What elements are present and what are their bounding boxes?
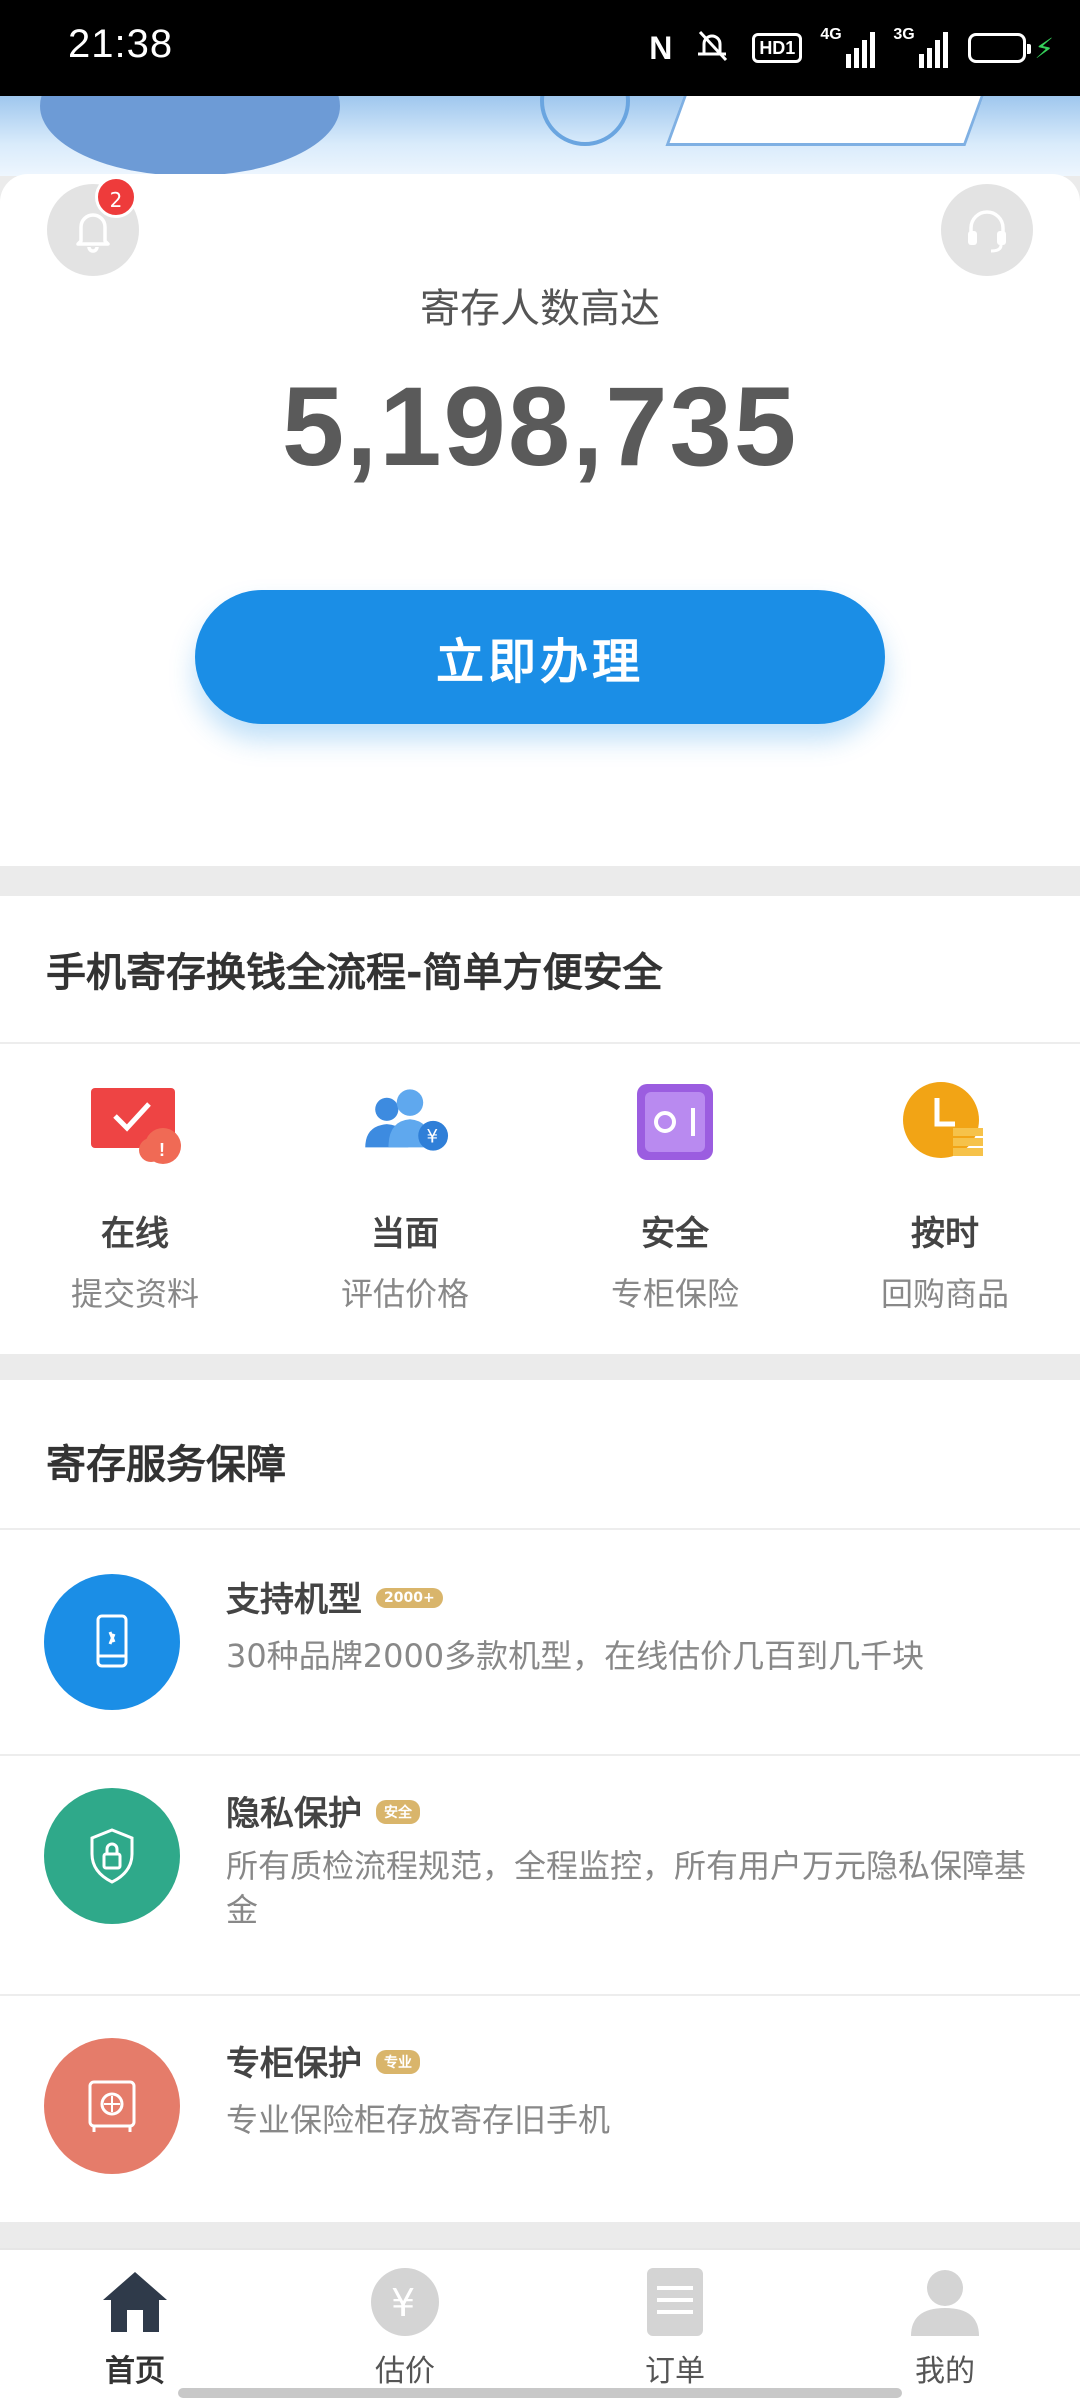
status-icons: N HD1 4G 3G ⚡ (649, 26, 1054, 70)
tab-label: 订单 (645, 2354, 705, 2389)
tab-label: 估价 (375, 2354, 435, 2389)
guarantee-item-title: 专柜保护 专业 (226, 2036, 420, 2085)
guarantee-icon-circle (44, 2038, 180, 2174)
guarantee-title: 寄存服务保障 (46, 1442, 286, 1488)
step-online[interactable]: ! 在线 提交资料 (0, 1080, 270, 1315)
step-title: 按时 (911, 1214, 979, 1254)
guarantee-item-desc: 30种品牌2000多款机型，在线估价几百到几千块 (226, 1637, 925, 1675)
apply-now-button[interactable]: 立即办理 (195, 590, 885, 724)
phone-icon (96, 1614, 128, 1668)
user-icon (909, 2266, 981, 2338)
status-time: 21:38 (68, 22, 174, 66)
guarantee-item-title: 隐私保护 安全 (226, 1786, 420, 1835)
step-subtitle: 评估价格 (340, 1275, 469, 1313)
tab-home[interactable]: 首页 (0, 2250, 270, 2400)
step-title: 安全 (641, 1214, 709, 1254)
clock-icon (903, 1082, 983, 1158)
charging-icon: ⚡ (1034, 31, 1054, 65)
guarantee-tag: 安全 (376, 1799, 420, 1824)
guarantee-section: 寄存服务保障 支持机型 2000+ 30种品牌2000多款机型，在线估价几百到几千… (0, 1380, 1080, 2222)
step-ontime[interactable]: 按时 回购商品 (810, 1080, 1080, 1315)
tab-label: 我的 (915, 2354, 975, 2389)
guarantee-tag: 2000+ (376, 1587, 443, 1608)
signal-3g-icon: 3G (893, 26, 949, 68)
svg-text:!: ! (159, 1140, 165, 1160)
svg-text:¥: ¥ (427, 1126, 439, 1147)
notification-button[interactable]: 2 (47, 176, 139, 276)
guarantee-item-models[interactable]: 支持机型 2000+ 30种品牌2000多款机型，在线估价几百到几千块 (0, 1530, 1080, 1756)
guarantee-item-title: 支持机型 2000+ (226, 1572, 443, 1621)
guarantee-icon-circle (44, 1788, 180, 1924)
customer-service-button[interactable] (941, 184, 1033, 276)
step-title: 当面 (371, 1214, 439, 1254)
bottom-tab-bar: 首页 ¥ 估价 订单 我的 (0, 2248, 1080, 2400)
guarantee-icon-circle (44, 1574, 180, 1710)
guarantee-tag: 专业 (376, 2049, 420, 2074)
guarantee-item-privacy[interactable]: 隐私保护 安全 所有质检流程规范，全程监控，所有用户万元隐私保障基金 (0, 1756, 1080, 1996)
guarantee-item-desc: 专业保险柜存放寄存旧手机 (226, 2101, 611, 2139)
stat-value: 5,198,735 (281, 364, 799, 489)
nfc-icon: N (649, 29, 673, 66)
home-icon (99, 2266, 171, 2338)
order-icon (639, 2266, 711, 2338)
step-subtitle: 专柜保险 (610, 1275, 739, 1313)
step-safe[interactable]: 安全 专柜保险 (540, 1080, 810, 1315)
status-bar: 21:38 N HD1 4G 3G ⚡ (0, 0, 1080, 96)
shield-lock-icon (90, 1828, 134, 1884)
safe-icon (88, 2080, 136, 2132)
notification-badge: 2 (95, 176, 137, 218)
step-subtitle: 提交资料 (70, 1275, 199, 1313)
step-subtitle: 回购商品 (880, 1275, 1009, 1313)
guarantee-item-desc: 所有质检流程规范，全程监控，所有用户万元隐私保障基金 (226, 1847, 1027, 1929)
tab-profile[interactable]: 我的 (810, 2250, 1080, 2400)
divider (0, 1042, 1080, 1044)
process-section: 手机寄存换钱全流程-简单方便安全 ! 在线 提交资料 ¥ 当面 评估价格 安全 … (0, 896, 1080, 1354)
home-indicator[interactable] (178, 2388, 902, 2398)
tab-estimate[interactable]: ¥ 估价 (270, 2250, 540, 2400)
yen-icon: ¥ (369, 2266, 441, 2338)
step-face[interactable]: ¥ 当面 评估价格 (270, 1080, 540, 1315)
tab-orders[interactable]: 订单 (540, 2250, 810, 2400)
top-banner-image[interactable] (0, 96, 1080, 176)
battery-icon (968, 33, 1032, 63)
mute-icon (692, 26, 732, 70)
headset-icon (968, 210, 1006, 253)
step-title: 在线 (101, 1214, 169, 1254)
process-steps: ! 在线 提交资料 ¥ 当面 评估价格 安全 专柜保险 按时 回购商品 (0, 1080, 1080, 1315)
process-title: 手机寄存换钱全流程-简单方便安全 (46, 950, 663, 996)
hd-icon: HD1 (752, 33, 803, 63)
tab-label: 首页 (105, 2354, 165, 2389)
safe-box-icon (637, 1084, 713, 1160)
signal-4g-icon: 4G (820, 26, 876, 68)
guarantee-item-cabinet[interactable]: 专柜保护 专业 专业保险柜存放寄存旧手机 (0, 1996, 1080, 2222)
face-evaluate-icon: ¥ (365, 1089, 449, 1151)
svg-text:¥: ¥ (391, 2281, 415, 2325)
stat-label: 寄存人数高达 (420, 286, 660, 332)
online-submit-icon: ! (91, 1088, 181, 1164)
hero-card: 2 寄存人数高达 5,198,735 立即办理 (0, 174, 1080, 866)
